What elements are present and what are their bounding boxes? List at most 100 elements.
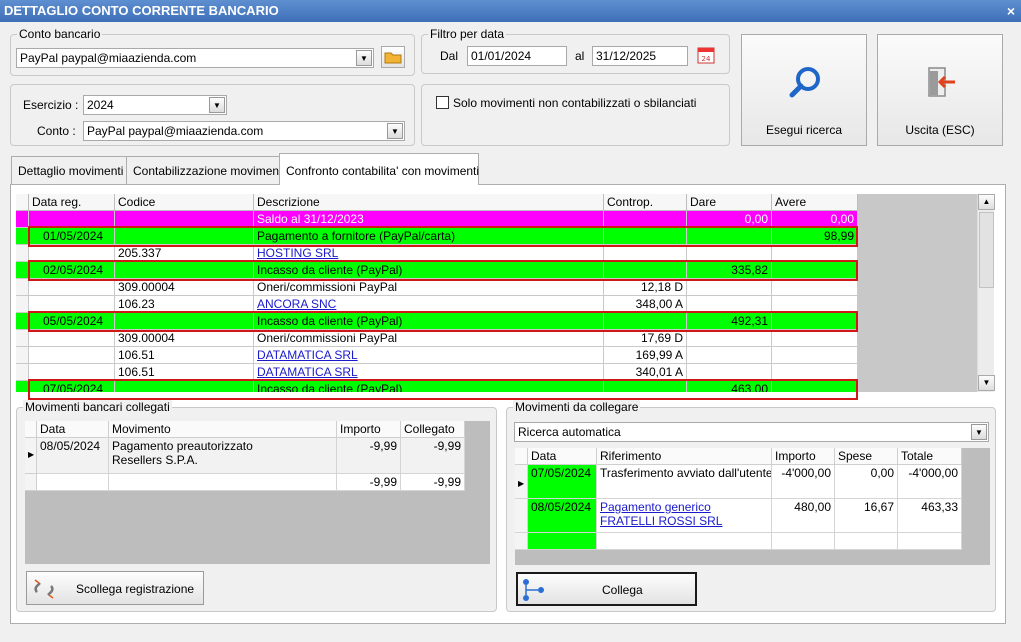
cell-dare: 492,31 [687,313,772,330]
cell-descrizione[interactable]: HOSTING SRL [254,245,604,262]
grid-row[interactable]: 07/05/2024 Incasso da cliente (PayPal) 463… [16,381,858,392]
cell-dare: 0,00 [687,211,772,228]
scollega-button[interactable]: Scollega registrazione [26,571,204,605]
grid-row[interactable]: 106.23 ANCORA SNC 348,00 A [16,296,858,313]
collegati-col-movimento[interactable]: Movimento [109,421,337,438]
collegati-legend: Movimenti bancari collegati [23,400,172,414]
grid-row[interactable]: 106.51 DATAMATICA SRL 340,01 A [16,364,858,381]
col-codice[interactable]: Codice [115,194,254,211]
al-date-field[interactable]: 31/12/2025 [592,46,688,66]
conto-bancario-legend: Conto bancario [17,27,103,41]
window-title: DETTAGLIO CONTO CORRENTE BANCARIO [4,3,279,18]
cell-dare [687,364,772,381]
row-selector-cell [16,364,29,381]
cell-controp [604,211,687,228]
col-dare[interactable]: Dare [687,194,772,211]
calendar-button[interactable]: 24 [695,44,717,66]
grid-row[interactable]: 309.00004 Oneri/commissioni PayPal 12,18 D [16,279,858,296]
collegati-total-collegato: -9,99 [401,474,465,491]
cell-controp [604,381,687,392]
dc-col-spese[interactable]: Spese [835,448,898,465]
calendar-icon: 24 [697,47,715,64]
collegati-col-importo[interactable]: Importo [337,421,401,438]
cell-data [29,245,115,262]
dc-empty-cell [515,533,528,550]
tab-confronto-contabilita[interactable]: Confronto contabilita' con movimenti [279,153,479,185]
col-data-reg[interactable]: Data reg. [29,194,115,211]
row-selector-cell [16,262,29,279]
cell-descrizione[interactable]: ANCORA SNC [254,296,604,313]
tab-dettaglio-movimenti[interactable]: Dettaglio movimenti [11,156,131,184]
row-selector[interactable]: ▶ [25,438,37,474]
dc-col-riferimento[interactable]: Riferimento [597,448,772,465]
link-nodes-icon [523,579,544,601]
grid-row[interactable]: 05/05/2024 Incasso da cliente (PayPal) 492… [16,313,858,330]
row-selector-cell [16,330,29,347]
cell-codice: 106.23 [115,296,254,313]
chevron-down-icon[interactable]: ▼ [356,50,372,66]
grid-row[interactable]: 02/05/2024 Incasso da cliente (PayPal) 335… [16,262,858,279]
scroll-down-icon[interactable]: ▼ [978,375,995,391]
open-folder-button[interactable] [381,46,405,68]
dc-cell-totale: -4'000,00 [898,465,962,499]
cell-descrizione: Incasso da cliente (PayPal) [254,381,604,392]
dc-riferimento-line1[interactable]: Pagamento generico [600,500,768,514]
cell-controp: 340,01 A [604,364,687,381]
cell-dare [687,296,772,313]
totals-selector [25,474,37,491]
scroll-up-icon[interactable]: ▲ [978,194,995,210]
cell-descrizione[interactable]: DATAMATICA SRL [254,347,604,364]
mode-select[interactable]: Ricerca automatica ▼ [514,422,989,442]
grid-row[interactable]: 106.51 DATAMATICA SRL 169,99 A [16,347,858,364]
tab-contabilizzazione-movimenti[interactable]: Contabilizzazione movimenti [126,156,293,184]
search-button[interactable]: Esegui ricerca [741,34,867,146]
collega-label: Collega [602,583,643,597]
grid-empty-area [858,194,977,392]
grid-row[interactable]: Saldo al 31/12/2023 0,00 0,00 [16,211,858,228]
dc-empty-cell [597,533,772,550]
dc-col-data[interactable]: Data [528,448,597,465]
scroll-thumb[interactable] [979,212,994,288]
conto-select[interactable]: PayPal paypal@miaazienda.com ▼ [83,121,405,141]
dc-riferimento-line2[interactable]: FRATELLI ROSSI SRL [600,514,768,528]
close-icon[interactable]: × [1007,0,1015,22]
col-controp[interactable]: Controp. [604,194,687,211]
solo-movimenti-label: Solo movimenti non contabilizzati o sbil… [453,96,697,110]
grid-scrollbar[interactable]: ▲ ▼ [977,194,995,392]
esercizio-select[interactable]: 2024 ▼ [83,95,227,115]
cell-descrizione[interactable]: DATAMATICA SRL [254,364,604,381]
cell-data [29,330,115,347]
solo-movimenti-checkbox[interactable] [436,96,449,109]
dal-date-field[interactable]: 01/01/2024 [467,46,567,66]
dc-col-totale[interactable]: Totale [898,448,962,465]
dc-riferimento-line1: Trasferimento avviato dall'utente [600,466,772,480]
conto-bancario-select[interactable]: PayPal paypal@miaazienda.com ▼ [16,48,374,68]
collega-button[interactable]: Collega [516,572,697,606]
cell-descrizione: Saldo al 31/12/2023 [254,211,604,228]
exit-button[interactable]: Uscita (ESC) [877,34,1003,146]
collegati-col-data[interactable]: Data [37,421,109,438]
cell-data [29,364,115,381]
cell-controp: 12,18 D [604,279,687,296]
grid-row[interactable]: 205.337 HOSTING SRL [16,245,858,262]
collegati-col-collegato[interactable]: Collegato [401,421,465,438]
chevron-down-icon[interactable]: ▼ [971,424,987,440]
cell-descrizione: Incasso da cliente (PayPal) [254,313,604,330]
row-selector-cell [16,279,29,296]
col-descrizione[interactable]: Descrizione [254,194,604,211]
grid-row[interactable]: 309.00004 Oneri/commissioni PayPal 17,69 D [16,330,858,347]
chevron-down-icon[interactable]: ▼ [387,123,403,139]
cell-avere [772,279,858,296]
chevron-down-icon[interactable]: ▼ [209,97,225,113]
row-selector-cell [16,313,29,330]
cell-codice [115,211,254,228]
collegati-total-empty [37,474,109,491]
search-button-label: Esegui ricerca [765,123,843,137]
esercizio-value: 2024 [87,98,114,112]
cell-codice: 106.51 [115,364,254,381]
cell-avere: 0,00 [772,211,858,228]
grid-row[interactable]: 01/05/2024 Pagamento a fornitore (PayPal/… [16,228,858,245]
col-avere[interactable]: Avere [772,194,858,211]
cell-descrizione: Incasso da cliente (PayPal) [254,262,604,279]
dc-col-importo[interactable]: Importo [772,448,835,465]
